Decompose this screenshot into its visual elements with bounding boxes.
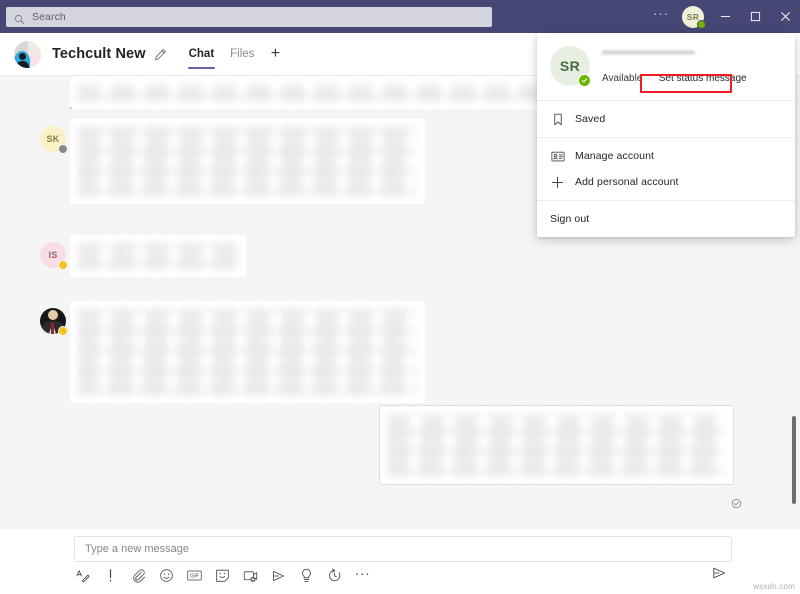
minimize-button[interactable] — [710, 0, 740, 33]
account-menu-section-saved: Saved — [537, 101, 795, 138]
more-options-icon[interactable]: ··· — [354, 566, 371, 584]
send-button[interactable] — [710, 567, 728, 584]
window-controls: ··· SR — [646, 0, 800, 33]
tab-chat-label: Chat — [188, 48, 215, 60]
account-menu-section-accounts: Manage account Add personal account — [537, 138, 795, 201]
svg-text:GIF: GIF — [190, 574, 199, 580]
status-separator: · — [646, 73, 650, 84]
avatar-initials: SR — [686, 11, 700, 22]
pencil-icon[interactable] — [154, 48, 167, 61]
giphy-icon[interactable]: GIF — [186, 567, 203, 584]
format-icon[interactable] — [74, 567, 91, 584]
maximize-icon — [750, 11, 761, 22]
menu-item-sign-out-label: Sign out — [550, 213, 590, 225]
menu-item-add-personal-account[interactable]: Add personal account — [537, 169, 795, 195]
seen-check-icon — [731, 496, 742, 509]
account-menu-section-signout: Sign out — [537, 201, 795, 237]
account-status-row: Available · Set status message — [602, 71, 783, 86]
message-bubble[interactable] — [70, 235, 246, 277]
priority-icon[interactable] — [102, 567, 119, 584]
search-icon — [14, 12, 25, 24]
stream-icon[interactable] — [270, 567, 287, 584]
compose-toolbar: GIF ··· — [74, 566, 371, 584]
tab-chat[interactable]: Chat — [181, 33, 223, 76]
menu-item-saved[interactable]: Saved — [537, 106, 795, 132]
message-list-scrollbar[interactable] — [792, 416, 796, 504]
account-avatar-initials: SR — [559, 58, 581, 74]
message-input-placeholder: Type a new message — [85, 543, 189, 555]
maximize-button[interactable] — [740, 0, 770, 33]
emoji-icon[interactable] — [158, 567, 175, 584]
account-card-icon — [550, 149, 565, 164]
ellipsis-icon: ··· — [653, 6, 669, 21]
close-button[interactable] — [770, 0, 800, 33]
presence-away-icon — [58, 260, 68, 270]
menu-item-add-personal-account-label: Add personal account — [575, 176, 679, 188]
presence-available-icon — [578, 74, 591, 87]
meet-now-icon[interactable] — [242, 567, 259, 584]
message-bubble[interactable] — [70, 301, 425, 403]
outgoing-message-bubble[interactable] — [379, 405, 734, 485]
add-tab-button[interactable]: + — [262, 33, 288, 76]
praise-icon[interactable] — [298, 567, 315, 584]
schedule-send-icon[interactable] — [326, 567, 343, 584]
message-content-blurred — [78, 243, 238, 269]
tab-files-label: Files — [230, 48, 255, 60]
minimize-icon — [720, 11, 731, 22]
account-menu[interactable]: SR •••••••••••••••••••••••••••••••• Avai… — [537, 33, 795, 237]
titlebar-overflow-button[interactable]: ··· — [646, 0, 676, 33]
watermark: wsxdn.com — [753, 582, 795, 591]
message-input[interactable]: Type a new message — [74, 536, 732, 562]
account-menu-profile: SR •••••••••••••••••••••••••••••••• Avai… — [537, 33, 795, 101]
menu-item-manage-account-label: Manage account — [575, 150, 655, 162]
bookmark-icon — [550, 112, 565, 127]
chat-tabs: Chat Files + — [181, 33, 289, 76]
plus-icon — [550, 175, 565, 190]
message-bubble[interactable] — [70, 119, 425, 204]
presence-available-icon — [697, 19, 706, 29]
compose-area: Type a new message GIF ··· — [0, 529, 800, 594]
message-content-blurred — [388, 414, 725, 476]
menu-item-saved-label: Saved — [575, 113, 606, 125]
message-content-blurred — [78, 309, 417, 395]
presence-offline-icon — [58, 144, 68, 154]
sticker-icon[interactable] — [214, 567, 231, 584]
attach-icon[interactable] — [130, 567, 147, 584]
status-badge: Available — [602, 73, 643, 84]
page-title: Techcult New — [52, 46, 146, 62]
set-status-message-button[interactable]: Set status message — [654, 71, 752, 86]
message-content-blurred — [78, 127, 417, 196]
close-icon — [780, 11, 791, 22]
search-placeholder: Search — [32, 11, 66, 23]
avatar[interactable]: SR — [682, 5, 706, 29]
menu-item-manage-account[interactable]: Manage account — [537, 143, 795, 169]
presence-away-icon — [58, 326, 68, 336]
avatar-initials: SK — [46, 134, 60, 144]
plus-icon: + — [270, 45, 281, 62]
group-avatar — [14, 40, 41, 68]
send-icon — [711, 566, 727, 585]
account-avatar[interactable]: SR — [550, 46, 591, 87]
search-input[interactable]: Search — [6, 7, 492, 27]
avatar-initials: IS — [48, 250, 58, 260]
title-bar: Search ··· SR — [0, 0, 800, 33]
tab-files[interactable]: Files — [222, 33, 262, 76]
menu-item-sign-out[interactable]: Sign out — [537, 206, 795, 232]
account-email: •••••••••••••••••••••••••••••••• — [602, 48, 695, 57]
